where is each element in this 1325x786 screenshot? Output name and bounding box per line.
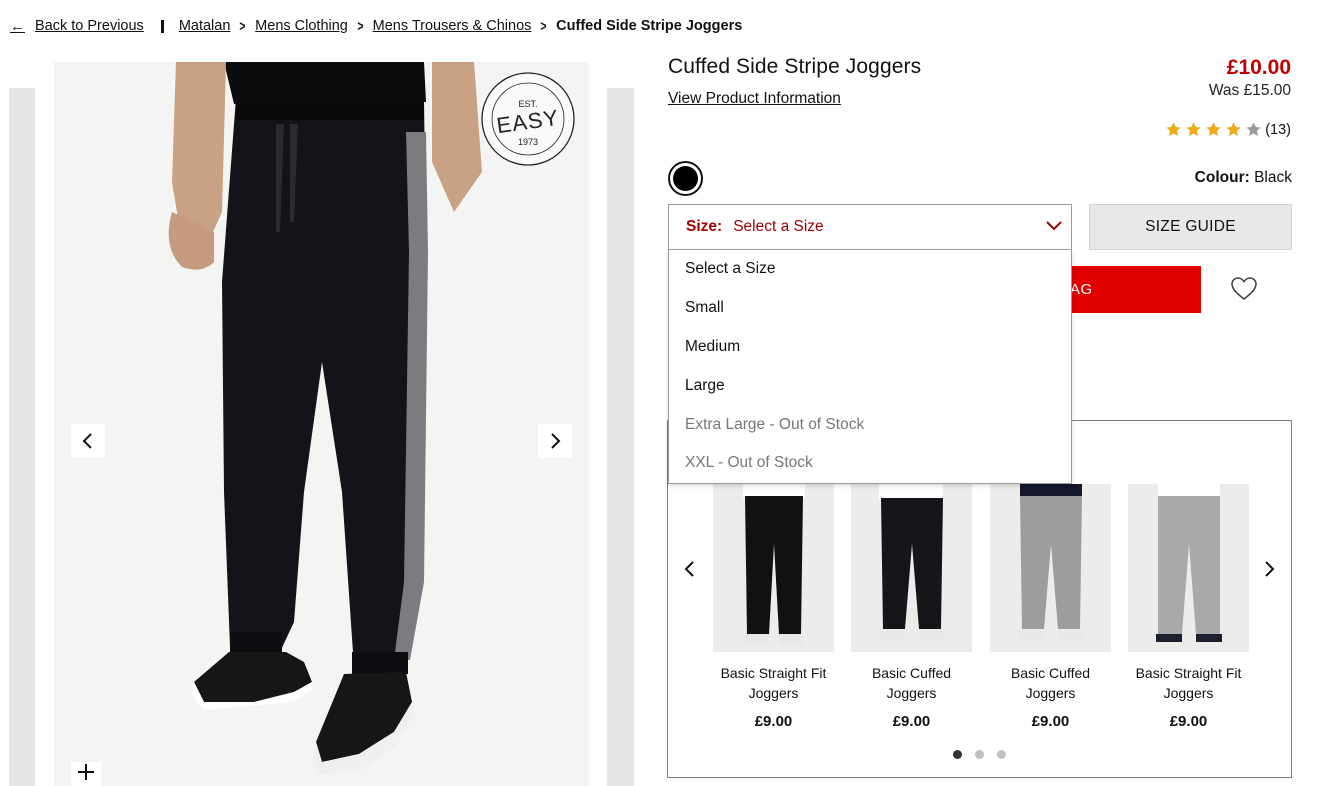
chevron-right-icon: > <box>540 17 547 35</box>
heart-icon <box>1231 277 1257 301</box>
size-guide-button[interactable]: SIZE GUIDE <box>1089 204 1292 250</box>
add-to-bag-button[interactable]: AG <box>1060 266 1201 313</box>
gallery-prev-thumb-strip <box>9 88 35 786</box>
product-title: Cuffed Side Stripe Joggers <box>668 55 922 78</box>
product-rating[interactable]: (13) <box>1165 121 1291 138</box>
size-option[interactable]: Select a Size <box>669 250 1071 289</box>
product-main-image[interactable] <box>54 62 589 786</box>
chevron-right-icon: > <box>239 17 246 35</box>
size-dropdown-list: Select a Size Small Medium Large Extra L… <box>668 249 1072 484</box>
add-to-bag-label: AG <box>1070 281 1093 298</box>
chevron-right-icon: > <box>357 17 364 35</box>
recommendation-card[interactable]: Basic Straight Fit Joggers £9.00 <box>713 484 834 730</box>
easy-brand-stamp: EST. EASY 1973 <box>480 71 576 167</box>
star-filled-icon <box>1186 122 1201 136</box>
colour-display: Colour: Black <box>1195 169 1292 187</box>
size-label: Size: <box>686 218 723 235</box>
carousel-dot[interactable] <box>997 750 1006 759</box>
breadcrumb-link-mens-clothing[interactable]: Mens Clothing <box>255 18 348 34</box>
recommendation-card[interactable]: Basic Straight Fit Joggers £9.00 <box>1128 484 1249 730</box>
view-product-information-link[interactable]: View Product Information <box>668 90 841 108</box>
colour-value: Black <box>1254 169 1292 186</box>
chevron-right-icon <box>551 433 561 449</box>
back-to-previous-link[interactable]: ← Back to Previous <box>10 18 144 35</box>
recommendation-name[interactable]: Basic Straight Fit Joggers <box>1128 664 1249 703</box>
back-label[interactable]: Back to Previous <box>35 18 144 34</box>
recommendation-image[interactable] <box>990 484 1111 652</box>
recommendation-image[interactable] <box>1128 484 1249 652</box>
size-selected-value: Select a Size <box>733 218 824 235</box>
recommendation-price: £9.00 <box>754 713 793 730</box>
was-price: Was £15.00 <box>1208 82 1291 99</box>
size-select[interactable]: Size: Select a Size <box>668 204 1072 250</box>
recommendation-name[interactable]: Basic Cuffed Joggers <box>990 664 1111 703</box>
recommendation-name[interactable]: Basic Straight Fit Joggers <box>713 664 834 703</box>
recommendation-image[interactable] <box>851 484 972 652</box>
recommendation-card[interactable]: Basic Cuffed Joggers £9.00 <box>990 484 1111 730</box>
size-option-medium[interactable]: Medium <box>669 328 1071 367</box>
breadcrumb-current: Cuffed Side Stripe Joggers <box>556 18 743 34</box>
star-filled-icon <box>1166 122 1181 136</box>
size-option-xxl[interactable]: XXL - Out of Stock <box>669 444 1071 483</box>
recommendation-price: £9.00 <box>1031 713 1070 730</box>
chevron-left-icon <box>82 433 92 449</box>
recommendation-price: £9.00 <box>1169 713 1208 730</box>
breadcrumb-separator <box>160 19 164 33</box>
colour-swatch-black[interactable] <box>668 161 703 196</box>
recommendation-image[interactable] <box>713 484 834 652</box>
swatch-fill <box>673 166 698 191</box>
chevron-right-icon <box>1265 561 1275 577</box>
recommendations-prev-button[interactable] <box>682 559 698 579</box>
size-option-extra-large[interactable]: Extra Large - Out of Stock <box>669 405 1071 444</box>
review-count[interactable]: (13) <box>1265 122 1291 138</box>
chevron-left-icon <box>684 561 694 577</box>
star-empty-icon <box>1246 122 1261 136</box>
star-filled-icon <box>1206 122 1221 136</box>
wishlist-button[interactable] <box>1230 276 1258 307</box>
gallery-prev-button[interactable] <box>71 424 105 458</box>
carousel-dot[interactable] <box>953 750 962 759</box>
gallery-next-thumb-strip <box>607 88 634 786</box>
carousel-pagination <box>953 750 1006 759</box>
plus-icon <box>78 764 94 780</box>
size-option-large[interactable]: Large <box>669 366 1071 405</box>
star-filled-icon <box>1226 122 1241 136</box>
recommendation-card[interactable]: Basic Cuffed Joggers £9.00 <box>851 484 972 730</box>
size-option-small[interactable]: Small <box>669 289 1071 328</box>
carousel-dot[interactable] <box>975 750 984 759</box>
colour-label: Colour: <box>1194 169 1250 186</box>
breadcrumb-link-mens-trousers[interactable]: Mens Trousers & Chinos <box>373 18 532 34</box>
current-price: £10.00 <box>1226 56 1291 79</box>
recommendation-price: £9.00 <box>892 713 931 730</box>
breadcrumb: ← Back to Previous Matalan > Mens Clothi… <box>10 16 742 36</box>
chevron-down-icon <box>1046 221 1062 231</box>
gallery-next-button[interactable] <box>538 424 572 458</box>
stamp-year: 1973 <box>518 137 538 147</box>
recommendation-name[interactable]: Basic Cuffed Joggers <box>851 664 972 703</box>
breadcrumb-link-matalan[interactable]: Matalan <box>179 18 231 34</box>
arrow-left-icon: ← <box>10 17 25 35</box>
recommendations-next-button[interactable] <box>1261 559 1277 579</box>
zoom-button[interactable] <box>71 762 101 786</box>
